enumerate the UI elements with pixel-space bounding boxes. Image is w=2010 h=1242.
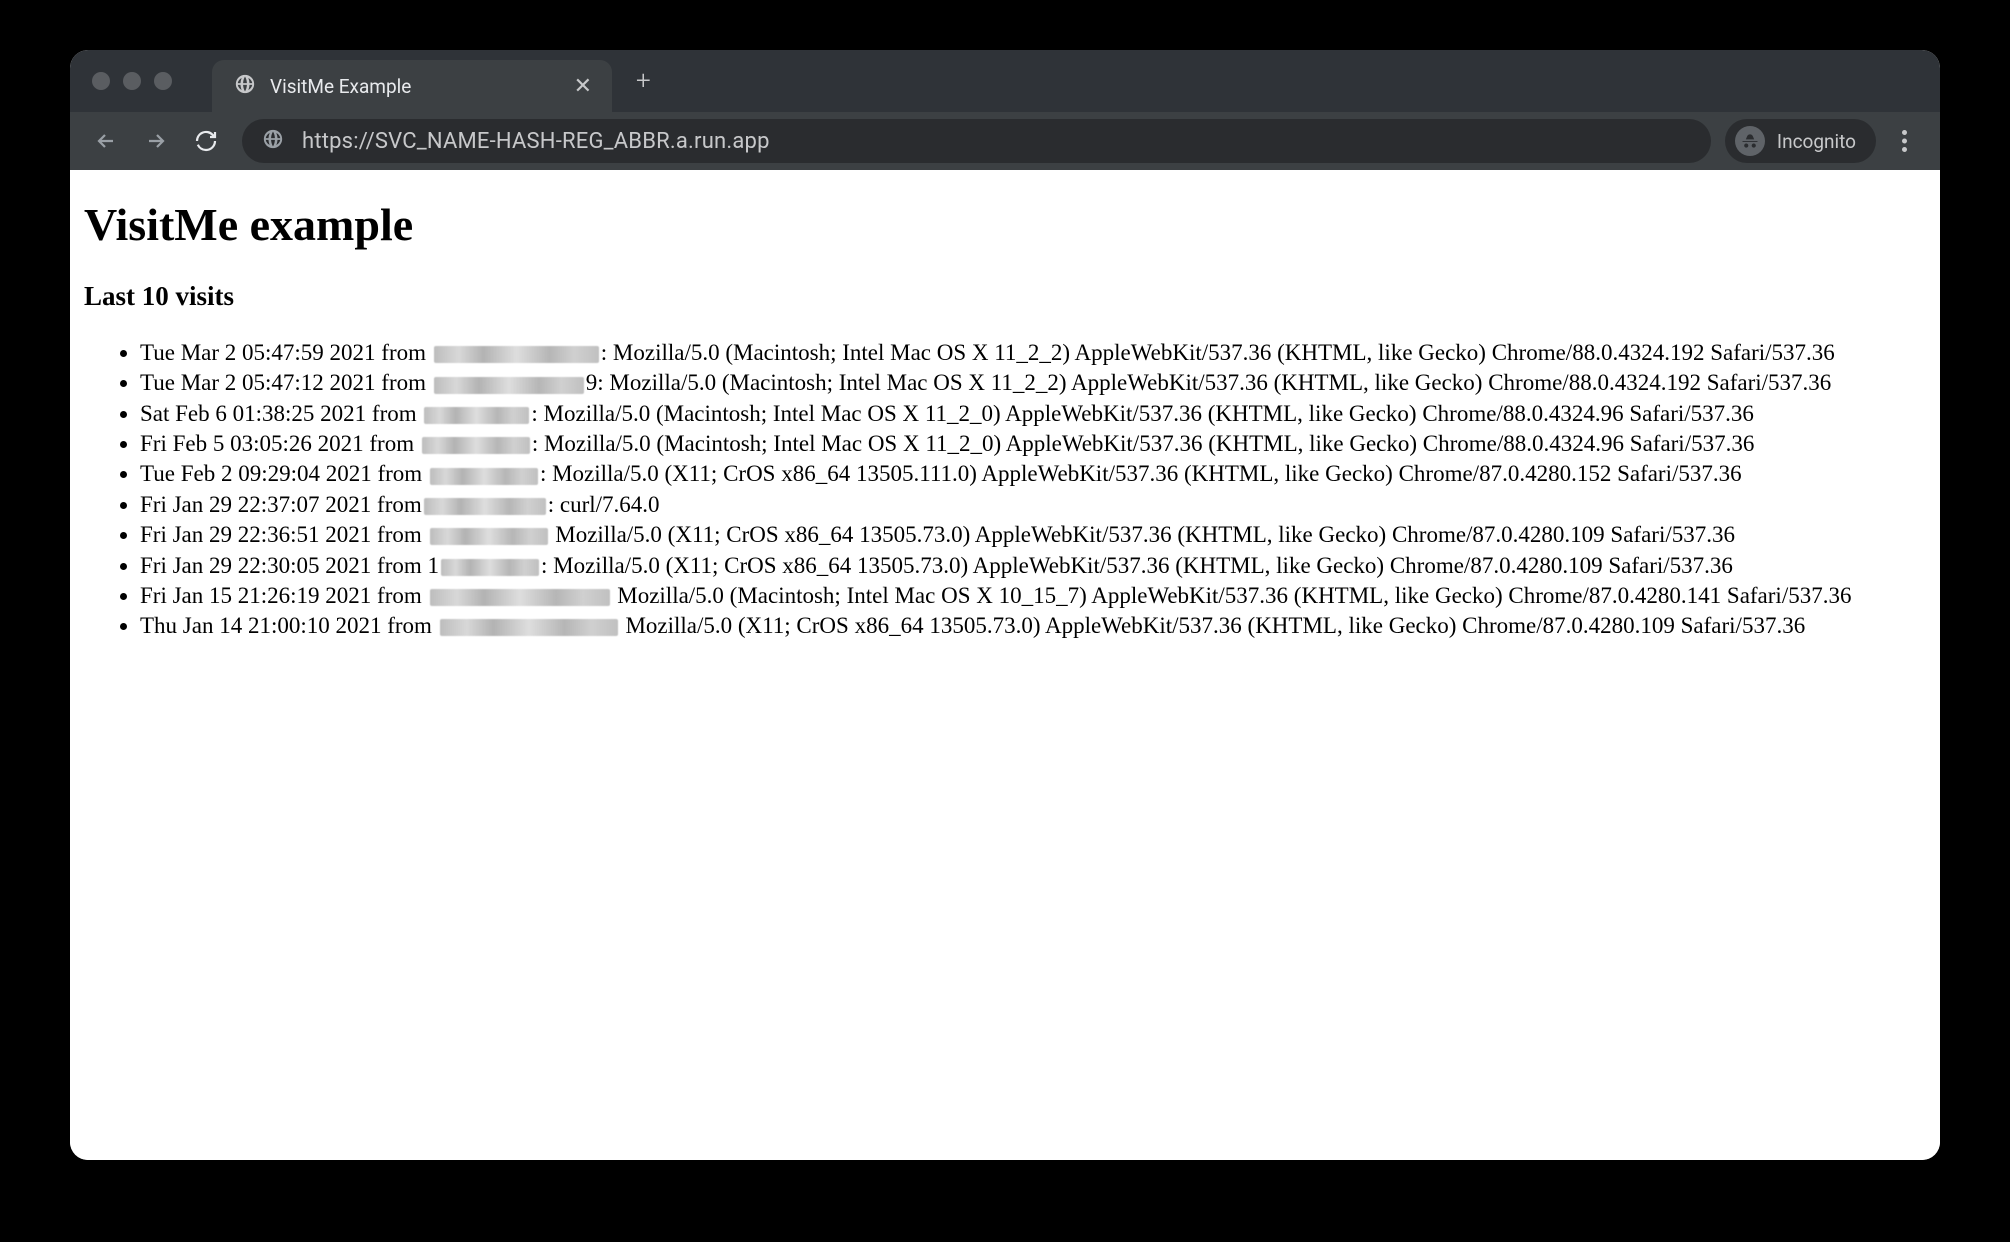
window-zoom-button[interactable] — [154, 72, 172, 90]
browser-tab-active[interactable]: VisitMe Example ✕ — [212, 60, 612, 112]
globe-icon — [234, 73, 256, 99]
address-bar[interactable]: https://SVC_NAME-HASH-REG_ABBR.a.run.app — [242, 119, 1711, 163]
redacted-ip — [422, 437, 530, 454]
redacted-ip — [440, 619, 618, 636]
redacted-ip — [430, 468, 538, 485]
toolbar: https://SVC_NAME-HASH-REG_ABBR.a.run.app… — [70, 112, 1940, 170]
redacted-ip — [434, 377, 584, 394]
redacted-ip — [430, 589, 610, 606]
redacted-ip — [424, 407, 529, 424]
page-content[interactable]: VisitMe example Last 10 visits Tue Mar 2… — [70, 170, 1940, 1160]
incognito-icon — [1735, 126, 1765, 156]
visit-prefix: Tue Mar 2 05:47:59 2021 from — [140, 340, 432, 365]
visit-suffix: Mozilla/5.0 (X11; CrOS x86_64 13505.73.0… — [550, 522, 1736, 547]
tab-strip: VisitMe Example ✕ + — [212, 50, 651, 112]
visit-entry: Fri Feb 5 03:05:26 2021 from : Mozilla/5… — [140, 429, 1926, 459]
back-button[interactable] — [84, 119, 128, 163]
visit-suffix: : Mozilla/5.0 (Macintosh; Intel Mac OS X… — [531, 401, 1754, 426]
redacted-ip — [430, 528, 548, 545]
site-info-icon[interactable] — [262, 128, 284, 154]
window-minimize-button[interactable] — [123, 72, 141, 90]
visit-suffix: Mozilla/5.0 (Macintosh; Intel Mac OS X 1… — [612, 583, 1852, 608]
page-heading: VisitMe example — [84, 198, 1926, 251]
visit-suffix: : Mozilla/5.0 (X11; CrOS x86_64 13505.11… — [540, 461, 1742, 486]
visit-prefix: Tue Mar 2 05:47:12 2021 from — [140, 370, 432, 395]
browser-window: VisitMe Example ✕ + https://SVC_NAME-HAS… — [70, 50, 1940, 1160]
visit-prefix: Fri Jan 29 22:30:05 2021 from 1 — [140, 553, 439, 578]
visit-entry: Tue Mar 2 05:47:12 2021 from 9: Mozilla/… — [140, 368, 1926, 398]
window-close-button[interactable] — [92, 72, 110, 90]
visit-middle: 9 — [586, 370, 598, 395]
browser-menu-button[interactable] — [1882, 119, 1926, 163]
visit-prefix: Fri Jan 15 21:26:19 2021 from — [140, 583, 428, 608]
visit-suffix: Mozilla/5.0 (X11; CrOS x86_64 13505.73.0… — [620, 613, 1806, 638]
visit-entry: Tue Mar 2 05:47:59 2021 from : Mozilla/5… — [140, 338, 1926, 368]
redacted-ip — [424, 498, 546, 515]
visit-suffix: : Mozilla/5.0 (X11; CrOS x86_64 13505.73… — [541, 553, 1733, 578]
visit-prefix: Sat Feb 6 01:38:25 2021 from — [140, 401, 422, 426]
visit-prefix: Thu Jan 14 21:00:10 2021 from — [140, 613, 438, 638]
traffic-lights — [92, 72, 172, 90]
title-bar: VisitMe Example ✕ + — [70, 50, 1940, 112]
visit-suffix: : Mozilla/5.0 (Macintosh; Intel Mac OS X… — [601, 340, 1835, 365]
visit-prefix: Fri Jan 29 22:37:07 2021 from — [140, 492, 422, 517]
visit-entry: Thu Jan 14 21:00:10 2021 from Mozilla/5.… — [140, 611, 1926, 641]
redacted-ip — [441, 559, 539, 576]
tab-title: VisitMe Example — [270, 75, 560, 98]
visit-suffix: : curl/7.64.0 — [548, 492, 660, 517]
page-subheading: Last 10 visits — [84, 281, 1926, 312]
forward-button[interactable] — [134, 119, 178, 163]
visit-entry: Fri Jan 15 21:26:19 2021 from Mozilla/5.… — [140, 581, 1926, 611]
reload-button[interactable] — [184, 119, 228, 163]
visit-suffix: : Mozilla/5.0 (Macintosh; Intel Mac OS X… — [532, 431, 1755, 456]
visit-prefix: Fri Jan 29 22:36:51 2021 from — [140, 522, 428, 547]
visit-entry: Tue Feb 2 09:29:04 2021 from : Mozilla/5… — [140, 459, 1926, 489]
visit-prefix: Fri Feb 5 03:05:26 2021 from — [140, 431, 420, 456]
incognito-label: Incognito — [1777, 130, 1856, 153]
visit-prefix: Tue Feb 2 09:29:04 2021 from — [140, 461, 428, 486]
visit-entry: Sat Feb 6 01:38:25 2021 from : Mozilla/5… — [140, 399, 1926, 429]
visits-list: Tue Mar 2 05:47:59 2021 from : Mozilla/5… — [84, 338, 1926, 642]
new-tab-button[interactable]: + — [636, 66, 651, 96]
visit-entry: Fri Jan 29 22:37:07 2021 from : curl/7.64… — [140, 490, 1926, 520]
visit-suffix: : Mozilla/5.0 (Macintosh; Intel Mac OS X… — [597, 370, 1831, 395]
tab-close-icon[interactable]: ✕ — [574, 74, 592, 99]
visit-entry: Fri Jan 29 22:36:51 2021 from Mozilla/5.… — [140, 520, 1926, 550]
incognito-indicator[interactable]: Incognito — [1725, 119, 1876, 163]
redacted-ip — [434, 346, 599, 363]
url-text[interactable]: https://SVC_NAME-HASH-REG_ABBR.a.run.app — [302, 129, 770, 154]
visit-entry: Fri Jan 29 22:30:05 2021 from 1 : Mozilla… — [140, 551, 1926, 581]
